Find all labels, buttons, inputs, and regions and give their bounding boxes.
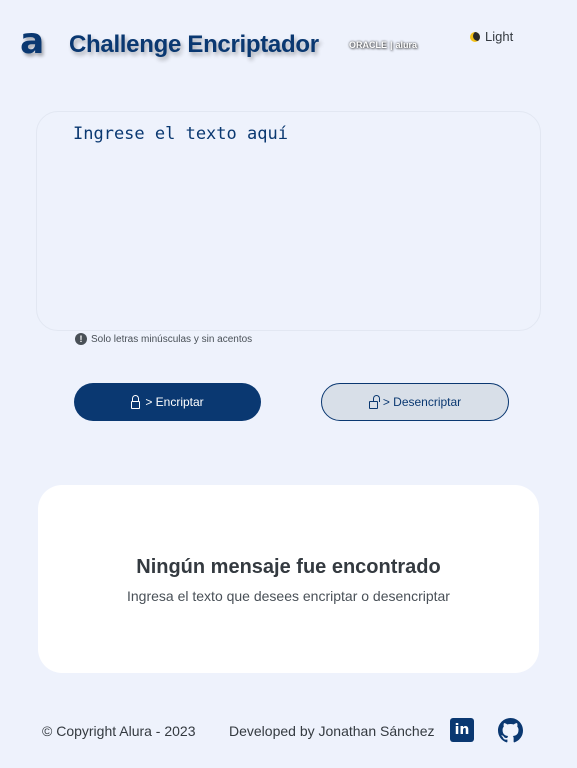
text-input-container	[36, 111, 541, 331]
exclamation-icon: !	[75, 333, 87, 345]
page-title: Challenge Encriptador	[69, 31, 319, 58]
result-title: Ningún mensaje fue encontrado	[136, 556, 441, 578]
hint-text: Solo letras minúsculas y sin acentos	[91, 333, 253, 345]
decrypt-label: > Desencriptar	[382, 395, 462, 409]
partner-logos: ORACLE | alura	[349, 40, 417, 50]
theme-label: Light	[485, 29, 514, 44]
result-panel: Ningún mensaje fue encontrado Ingresa el…	[38, 485, 539, 673]
footer-developer: Developed by Jonathan Sánchez	[229, 723, 435, 739]
encrypt-label: > Encriptar	[145, 395, 204, 409]
github-icon[interactable]	[498, 718, 523, 743]
alura-logo: a	[20, 21, 45, 62]
input-hint: ! Solo letras minúsculas y sin acentos	[75, 333, 252, 345]
footer-copyright: © Copyright Alura - 2023	[42, 723, 196, 739]
encrypt-button[interactable]: > Encriptar	[74, 383, 261, 421]
oracle-logo: ORACLE	[349, 40, 387, 50]
partner-separator: |	[390, 40, 393, 50]
result-subtitle: Ingresa el texto que desees encriptar o …	[127, 588, 450, 604]
unlock-icon	[368, 394, 380, 409]
decrypt-button[interactable]: > Desencriptar	[321, 383, 509, 421]
theme-toggle[interactable]: Light	[470, 29, 513, 44]
alura-partner-logo: alura	[395, 40, 418, 50]
linkedin-icon[interactable]: in	[450, 718, 474, 742]
text-input[interactable]	[71, 122, 515, 316]
lock-icon	[131, 394, 141, 409]
moon-icon	[470, 31, 480, 42]
